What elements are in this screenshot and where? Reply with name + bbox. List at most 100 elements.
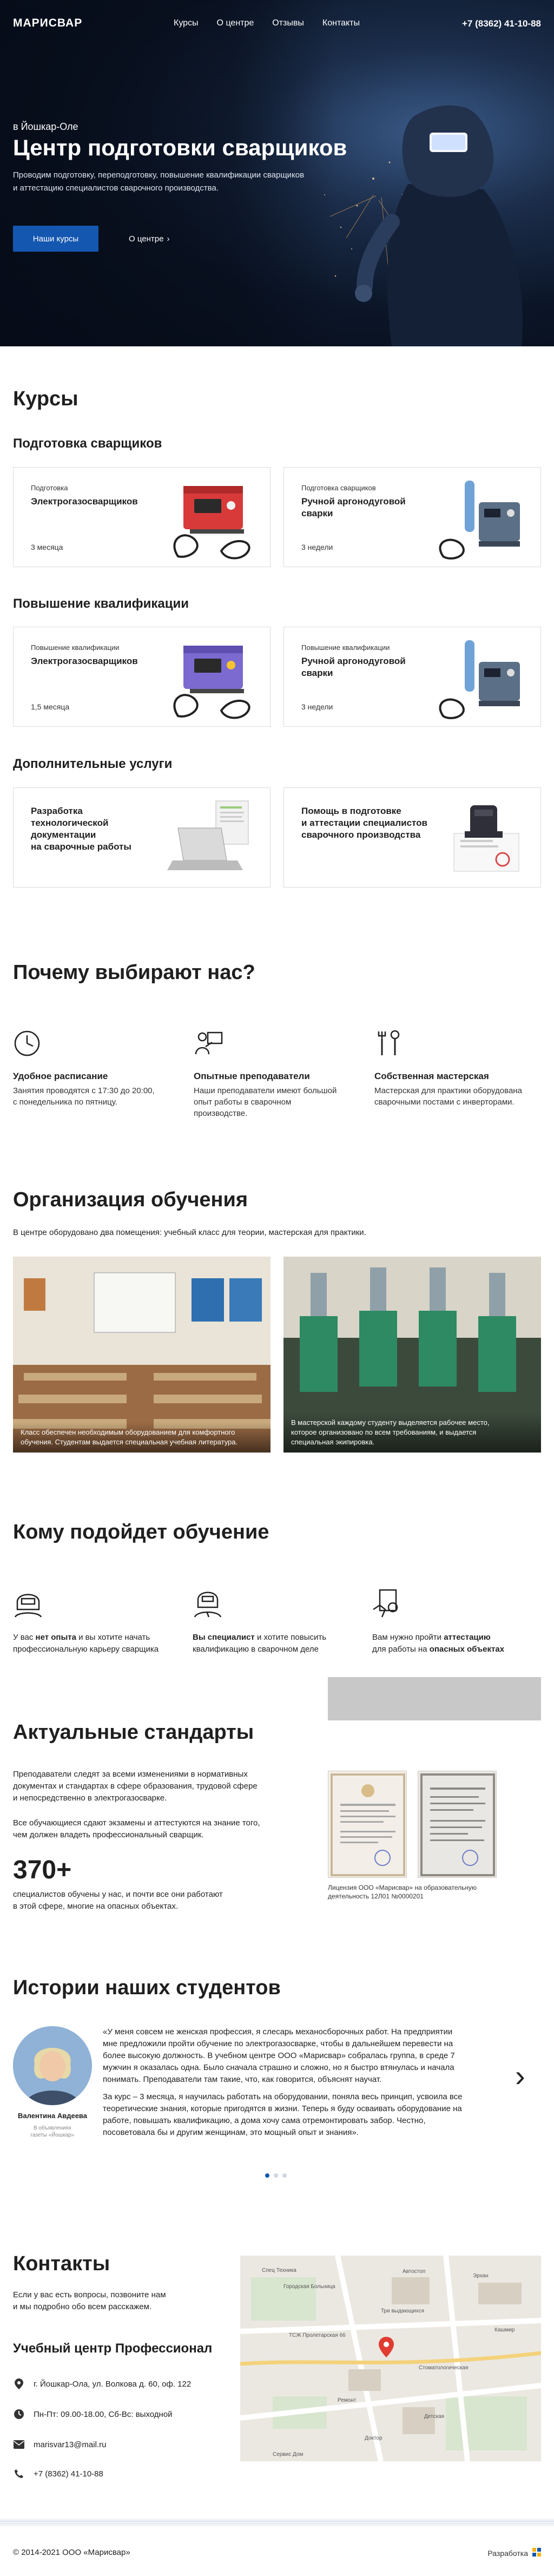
contact-hours: Пн-Пт: 09.00-18.00, Сб-Вс: выходной xyxy=(13,2408,173,2420)
course-card[interactable]: Подготовка сварщиков Ручной аргонодугово… xyxy=(283,467,541,567)
who-item-text: Вы специалист и хотите повысить квалифик… xyxy=(193,1632,355,1655)
who-text-post: и хотите повысить xyxy=(254,1633,327,1642)
clock-icon xyxy=(14,1030,40,1056)
standards-line: и непосредственно в электрогазосварке. xyxy=(13,1793,167,1803)
standards-line: Все обучающиеся сдают экзамены и аттесту… xyxy=(13,1818,260,1828)
welder-mask-icon xyxy=(14,1594,42,1618)
carousel-dot[interactable] xyxy=(274,2173,278,2178)
license-document-image[interactable] xyxy=(328,1771,407,1878)
map-label: Кашмир xyxy=(494,2327,515,2333)
course-card[interactable]: Повышение квалификации Ручной аргонодуго… xyxy=(283,627,541,727)
hero-city: в Йошкар-Оле xyxy=(13,121,78,132)
who-item-text: Вам нужно пройти аттестацию для работы н… xyxy=(372,1632,535,1655)
welding-machine-blue-icon xyxy=(439,481,520,560)
why-text-line: производстве. xyxy=(194,1109,248,1118)
placeholder-block xyxy=(328,1677,541,1720)
map-label: Три выдающихся xyxy=(381,2308,424,2314)
quote-line: работе, повышать квалификацию, а дома хо… xyxy=(103,2116,426,2125)
next-story-arrow[interactable]: › xyxy=(515,2061,525,2091)
hero-section: МАРИСВАР Курсы О центре Отзывы Контакты … xyxy=(0,0,554,346)
nav-link-courses[interactable]: Курсы xyxy=(174,18,199,28)
teacher-icon xyxy=(195,1031,223,1055)
service-card[interactable]: Помощь в подготовке и аттестации специал… xyxy=(283,787,541,888)
course-tag: Подготовка сварщиков xyxy=(301,484,376,492)
course-name: Электрогазосварщиков xyxy=(31,656,138,666)
who-text-bold: опасных объектах xyxy=(429,1645,505,1654)
course-duration: 1,5 месяца xyxy=(31,702,70,711)
course-duration: 3 месяца xyxy=(31,543,63,551)
welder-expert-icon xyxy=(194,1592,222,1618)
who-item: Вам нужно пройти аттестацию для работы н… xyxy=(372,1586,535,1655)
service-card[interactable]: Разработка технологической документации … xyxy=(13,787,271,888)
site-logo[interactable]: МАРИСВАР xyxy=(13,17,82,30)
nav-link-contacts[interactable]: Контакты xyxy=(322,18,360,28)
standards-paragraph-2: Все обучающиеся сдают экзамены и аттесту… xyxy=(13,1817,283,1841)
student-photo xyxy=(13,2026,92,2105)
who-item-text: У вас нет опыта и вы хотите начать профе… xyxy=(13,1632,175,1655)
map-label: Городская Больница xyxy=(283,2284,335,2290)
who-text-bold: нет опыта xyxy=(35,1633,76,1642)
why-text-line: Занятия проводятся с 17:30 до 20:00, xyxy=(13,1086,155,1095)
standards-line: Преподаватели следят за всеми изменениям… xyxy=(13,1770,248,1779)
our-courses-button[interactable]: Наши курсы xyxy=(13,226,98,252)
carousel-dot[interactable] xyxy=(282,2173,287,2178)
certificate-stamp-icon xyxy=(453,805,519,872)
quote-line: посоветовала бы и другим женщинам, это м… xyxy=(103,2128,359,2137)
mail-icon xyxy=(13,2439,25,2450)
who-text-post: для работы на xyxy=(372,1645,430,1654)
org-description: В центре оборудовано два помещения: учеб… xyxy=(13,1228,366,1237)
caption-line: В мастерской каждому студенту выделяется… xyxy=(291,1418,490,1427)
site-footer: © 2014-2021 ООО «Марисвар» Разработка xyxy=(0,2511,554,2576)
quote-line: более высокую должность. В учебном центр… xyxy=(103,2051,455,2060)
count-caption-line: в этой сфере, многие на опасных объектах… xyxy=(13,1902,178,1911)
course-card[interactable]: Повышение квалификации Электрогазосварщи… xyxy=(13,627,271,727)
header-phone-link[interactable]: +7 (8362) 41-10-88 xyxy=(462,18,541,29)
why-item-title: Собственная мастерская xyxy=(374,1071,489,1081)
who-text-pre: Вам нужно пройти xyxy=(372,1633,444,1642)
standards-title: Актуальные стандарты xyxy=(13,1721,254,1744)
course-tag: Повышение квалификации xyxy=(31,643,120,652)
footer-developer-label: Разработка xyxy=(487,2548,528,2558)
clock-icon xyxy=(13,2408,25,2420)
who-text-line: У вас нет опыта и вы хотите начать xyxy=(13,1632,175,1644)
student-quote: «У меня совсем не женская профессия, я с… xyxy=(103,2026,498,2139)
license-document-icon xyxy=(420,1773,495,1876)
map-label: Эрхан xyxy=(473,2273,489,2279)
service-name: Разработка технологической документации … xyxy=(31,805,172,853)
map-label: ТСЖ Пролетарская 66 xyxy=(289,2332,346,2338)
carousel-dot-active[interactable] xyxy=(265,2173,269,2178)
license-document-image[interactable] xyxy=(418,1771,497,1878)
workshop-caption: В мастерской каждому студенту выделяется… xyxy=(283,1412,541,1453)
who-text-line: для работы на опасных объектах xyxy=(372,1644,535,1655)
why-text-line: с понедельника по пятницу. xyxy=(13,1098,117,1107)
quote-line: теоретические знания, которые пригодятся… xyxy=(103,2104,462,2113)
why-text-line: Наши преподаватели имеют большой xyxy=(194,1086,337,1095)
why-item-text: Наши преподаватели имеют большой опыт ра… xyxy=(194,1085,356,1119)
who-text-post: и вы хотите начать xyxy=(76,1633,150,1642)
contact-email[interactable]: marisvar13@mail.ru xyxy=(13,2439,106,2450)
caption-line: обучения. Студентам выдается специальная… xyxy=(21,1438,238,1446)
course-duration: 3 недели xyxy=(301,702,333,711)
quote-line: «У меня совсем не женская профессия, я с… xyxy=(103,2027,453,2036)
contact-phone[interactable]: +7 (8362) 41-10-88 xyxy=(13,2468,103,2480)
footer-developer-link[interactable]: Разработка xyxy=(487,2548,541,2558)
who-text-pre: У вас xyxy=(13,1633,36,1642)
quote-line: понимать. Преподаватели там такие, что, … xyxy=(103,2075,382,2084)
welding-machine-blue-icon xyxy=(439,640,520,719)
training-subtitle: Подготовка сварщиков xyxy=(13,436,162,451)
hero-desc-line: Проводим подготовку, переподготовку, пов… xyxy=(13,170,305,180)
nav-link-about[interactable]: О центре xyxy=(217,18,254,28)
hero-description: Проводим подготовку, переподготовку, пов… xyxy=(13,169,348,195)
contacts-map[interactable]: Автостоп Спец Техника Городская Больница… xyxy=(240,2256,541,2461)
service-name-line: технологической документации xyxy=(31,818,109,840)
about-center-button[interactable]: О центре › xyxy=(129,226,169,252)
standards-line: документах и стандартах в сфере образова… xyxy=(13,1782,258,1791)
course-tag: Повышение квалификации xyxy=(301,643,390,652)
why-item: Собственная мастерская Мастерская для пр… xyxy=(374,1028,537,1108)
who-title: Кому подойдет обучение xyxy=(13,1521,269,1543)
advanced-subtitle: Повышение квалификации xyxy=(13,596,189,611)
nav-link-reviews[interactable]: Отзывы xyxy=(272,18,304,28)
map-label: Доктор xyxy=(365,2435,382,2441)
course-card[interactable]: Подготовка Электрогазосварщиков 3 месяца xyxy=(13,467,271,567)
contacts-org-name: Учебный центр Профессионал xyxy=(13,2341,213,2356)
